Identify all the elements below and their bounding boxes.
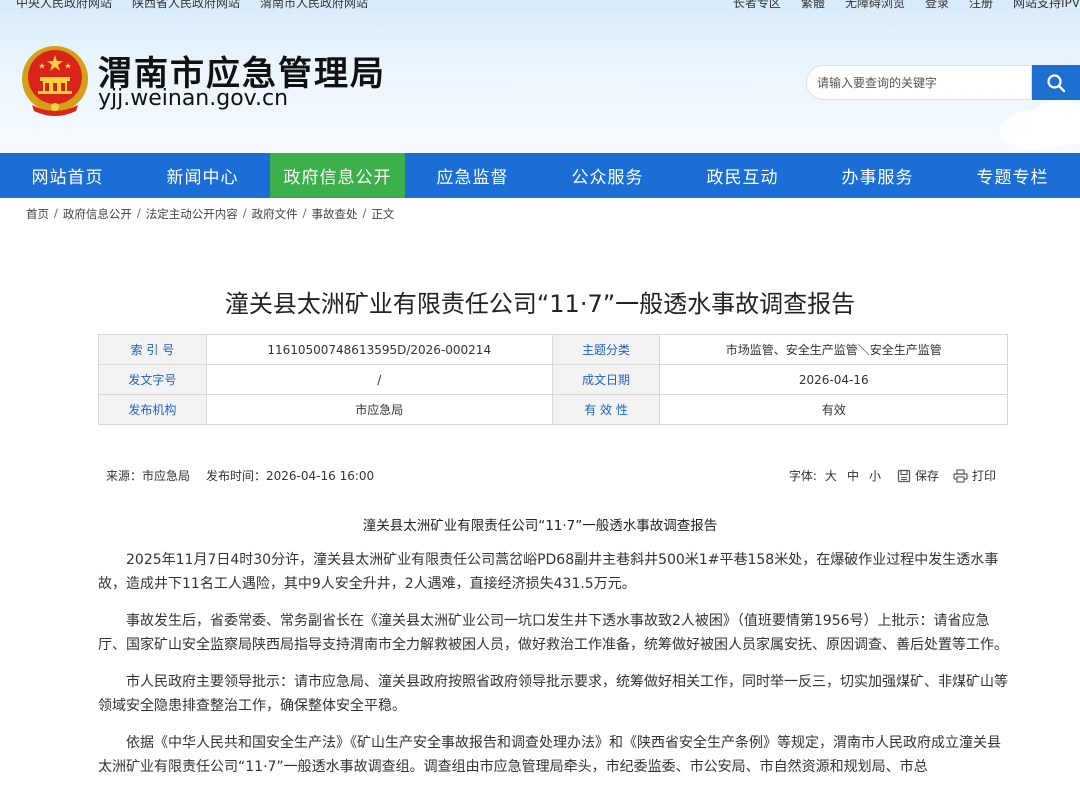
save-label: 保存 — [914, 469, 939, 483]
body-paragraph: 2025年11月7日4时30分许，潼关县太洲矿业有限责任公司蒿岔峪PD68副井主… — [98, 552, 999, 592]
link-ipv6[interactable]: 网站支持IPV — [1013, 0, 1080, 11]
breadcrumb-accident[interactable]: 事故查处 — [312, 206, 358, 222]
print-button[interactable]: 打印 — [953, 467, 996, 484]
nav-home[interactable]: 网站首页 — [0, 153, 135, 198]
breadcrumb-separator: / — [54, 206, 58, 220]
meta-key: 成文日期 — [551, 364, 661, 395]
nav-online-service[interactable]: 办事服务 — [810, 153, 945, 198]
body-paragraph: 事故发生后，省委常委、常务副省长在《潼关县太洲矿业公司一坑口发生井下透水事故致2… — [98, 613, 1008, 653]
save-icon — [897, 469, 911, 482]
body-paragraph: 市人民政府主要领导批示：请市应急局、潼关县政府按照省政府领导批示要求，统筹做好相… — [98, 674, 1008, 714]
article-body: 2025年11月7日4时30分许，潼关县太洲矿业有限责任公司蒿岔峪PD68副井主… — [98, 548, 1010, 792]
table-row: 发文字号 / 成文日期 2026-04-16 — [98, 364, 1008, 395]
link-login[interactable]: 登录 — [925, 0, 949, 11]
publish-time: 发布时间：2026-04-16 16:00 — [206, 469, 375, 483]
body-paragraph: 依据《中华人民共和国安全生产法》《矿山生产安全事故报告和调查处理办法》和《陕西省… — [98, 735, 1001, 775]
nav-public-service[interactable]: 公众服务 — [540, 153, 675, 198]
meta-key: 有 效 性 — [551, 394, 661, 425]
meta-value: / — [205, 364, 553, 395]
font-size-label: 字体: — [788, 469, 817, 483]
site-header: 中央人民政府网站 陕西省人民政府网站 渭南市人民政府网站 长者专区 繁體 无障碍… — [0, 0, 1080, 153]
document-meta-table: 索 引 号 11610500748613595D/2026-000214 主题分… — [98, 334, 1008, 425]
breadcrumb-current: 正文 — [371, 207, 395, 221]
search-icon — [1047, 73, 1066, 92]
meta-value: 2026-04-16 — [659, 364, 1008, 395]
font-size-small[interactable]: 小 — [869, 467, 881, 484]
search-box — [806, 65, 1032, 100]
print-label: 打印 — [971, 469, 996, 483]
link-weinan-gov[interactable]: 渭南市人民政府网站 — [260, 0, 368, 11]
meta-key: 发文字号 — [98, 364, 207, 395]
link-central-gov[interactable]: 中央人民政府网站 — [16, 0, 112, 11]
nav-gov-interaction[interactable]: 政民互动 — [675, 153, 810, 198]
save-button[interactable]: 保存 — [897, 467, 939, 484]
printer-icon — [953, 468, 968, 483]
link-traditional-chinese[interactable]: 繁體 — [801, 0, 825, 11]
link-elderly-zone[interactable]: 长者专区 — [733, 0, 781, 11]
source-label: 来源：市应急局 — [106, 469, 191, 483]
link-accessibility[interactable]: 无障碍浏览 — [845, 0, 905, 11]
font-size-medium[interactable]: 中 — [847, 467, 859, 484]
meta-value: 市应急局 — [205, 394, 553, 425]
font-size-large[interactable]: 大 — [825, 467, 837, 484]
breadcrumb: 首页 / 政府信息公开 / 法定主动公开内容 / 政府文件 / 事故查处 / 正文 — [26, 206, 394, 222]
content-heading: 潼关县太洲矿业有限责任公司“11·7”一般透水事故调查报告 — [362, 518, 718, 534]
meta-value: 市场监管、安全生产监管＼安全生产监管 — [659, 334, 1008, 365]
national-emblem-icon — [22, 46, 88, 116]
breadcrumb-home[interactable]: 首页 — [26, 206, 49, 222]
meta-key: 索 引 号 — [98, 334, 207, 365]
meta-value: 11610500748613595D/2026-000214 — [205, 334, 553, 365]
breadcrumb-separator: / — [242, 206, 247, 220]
search-input[interactable] — [817, 66, 1027, 99]
table-row: 发布机构 市应急局 有 效 性 有效 — [98, 394, 1008, 425]
breadcrumb-statutory[interactable]: 法定主动公开内容 — [146, 206, 238, 222]
breadcrumb-gov-info[interactable]: 政府信息公开 — [63, 206, 132, 222]
nav-special-topics[interactable]: 专题专栏 — [945, 153, 1080, 198]
search-button[interactable] — [1032, 65, 1080, 100]
nav-news-center[interactable]: 新闻中心 — [135, 153, 270, 198]
article-title: 潼关县太洲矿业有限责任公司“11·7”一般透水事故调查报告 — [224, 290, 856, 318]
meta-value: 有效 — [659, 394, 1008, 425]
source-bar: 来源：市应急局 发布时间：2026-04-16 16:00 字体: 大 中 小 … — [98, 462, 1008, 488]
main-nav: 网站首页 新闻中心 政府信息公开 应急监督 公众服务 政民互动 办事服务 专题专… — [0, 153, 1080, 198]
top-utility-bar: 中央人民政府网站 陕西省人民政府网站 渭南市人民政府网站 长者专区 繁體 无障碍… — [0, 0, 1080, 14]
nav-gov-info-disclosure[interactable]: 政府信息公开 — [270, 153, 405, 198]
breadcrumb-separator: / — [136, 206, 141, 220]
breadcrumb-separator: / — [302, 206, 307, 220]
link-register[interactable]: 注册 — [969, 0, 993, 11]
breadcrumb-separator: / — [362, 206, 367, 220]
table-row: 索 引 号 11610500748613595D/2026-000214 主题分… — [98, 334, 1008, 365]
meta-key: 发布机构 — [98, 394, 207, 425]
breadcrumb-gov-docs[interactable]: 政府文件 — [252, 206, 298, 222]
meta-key: 主题分类 — [551, 334, 661, 365]
site-domain: yjj.weinan.gov.cn — [98, 86, 289, 111]
nav-emergency-supervision[interactable]: 应急监督 — [405, 153, 540, 198]
link-shaanxi-gov[interactable]: 陕西省人民政府网站 — [132, 0, 240, 11]
